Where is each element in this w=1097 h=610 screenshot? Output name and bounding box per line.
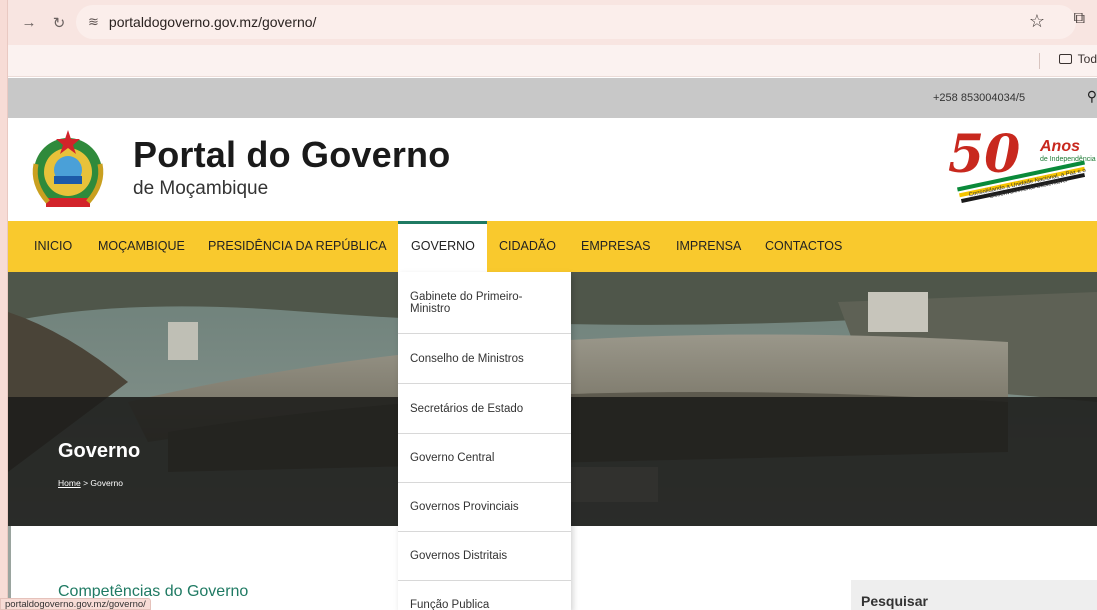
breadcrumb-current: Governo xyxy=(90,478,124,488)
nav-item-cidadao[interactable]: CIDADÃO xyxy=(499,221,556,272)
breadcrumb-home-link[interactable]: Home xyxy=(58,478,81,488)
screen: → ↻ ≋ portaldogoverno.gov.mz/governo/ ☆ … xyxy=(0,0,1097,610)
link-status-bar: portaldogoverno.gov.mz/governo/ xyxy=(0,598,151,610)
search-icon[interactable]: ⚲ xyxy=(1087,88,1097,105)
dropdown-item-conselho[interactable]: Conselho de Ministros xyxy=(398,334,571,384)
browser-toolbar: → ↻ ≋ portaldogoverno.gov.mz/governo/ ☆ … xyxy=(8,0,1097,45)
breadcrumb: Home > Governo xyxy=(58,478,123,488)
address-bar[interactable]: ≋ portaldogoverno.gov.mz/governo/ xyxy=(76,5,1076,39)
dropdown-item-governo-central[interactable]: Governo Central xyxy=(398,434,571,483)
bookmarks-separator xyxy=(1039,53,1040,69)
governo-dropdown-menu: Gabinete do Primeiro-Ministro Conselho d… xyxy=(398,272,571,610)
dropdown-item-gabinete[interactable]: Gabinete do Primeiro-Ministro xyxy=(398,272,571,334)
anniversary-independencia: de Independência xyxy=(1040,156,1096,163)
nav-item-mocambique[interactable]: MOÇAMBIQUE xyxy=(98,221,185,272)
bookmark-folder-label: Tod xyxy=(1077,52,1097,66)
window-edge xyxy=(0,0,8,610)
coat-of-arms-emblem[interactable] xyxy=(22,124,114,216)
anniversary-logo: 50 Anos de Independência Consolidando a … xyxy=(946,124,1096,210)
nav-item-contactos[interactable]: CONTACTOS xyxy=(765,221,842,272)
site-topbar: +258 853004034/5 ⚲ xyxy=(8,78,1097,118)
page-title: Governo xyxy=(58,440,141,462)
site-header: Portal do Governo de Moçambique 50 Anos … xyxy=(8,118,1097,221)
dropdown-item-governos-provinciais[interactable]: Governos Provinciais xyxy=(398,483,571,532)
nav-item-governo[interactable]: GOVERNO xyxy=(398,221,487,272)
breadcrumb-separator: > xyxy=(83,478,89,488)
dropdown-item-secretarios[interactable]: Secretários de Estado xyxy=(398,384,571,434)
main-nav: INICIO MOÇAMBIQUE PRESIDÊNCIA DA REPÚBLI… xyxy=(8,221,1097,272)
sidebar-search-title: Pesquisar xyxy=(861,593,928,609)
nav-item-presidencia[interactable]: PRESIDÊNCIA DA REPÚBLICA xyxy=(208,221,387,272)
extensions-icon[interactable]: ⧉ xyxy=(1074,10,1085,28)
folder-icon xyxy=(1058,54,1072,64)
site-subtitle: de Moçambique xyxy=(133,178,269,199)
sidebar-search-widget: Pesquisar xyxy=(851,580,1097,610)
nav-item-inicio[interactable]: INICIO xyxy=(34,221,72,272)
bookmarks-bar: Tod xyxy=(8,45,1097,77)
site-title[interactable]: Portal do Governo xyxy=(133,134,450,176)
dropdown-item-governos-distritais[interactable]: Governos Distritais xyxy=(398,532,571,581)
bookmark-folder[interactable]: Tod xyxy=(1058,52,1097,66)
anniversary-number: 50 xyxy=(948,124,1021,185)
phone-number: +258 853004034/5 xyxy=(933,92,1026,104)
nav-item-imprensa[interactable]: IMPRENSA xyxy=(676,221,741,272)
dropdown-item-funcao-publica[interactable]: Função Publica xyxy=(398,581,571,610)
reload-icon[interactable]: ↻ xyxy=(46,10,72,36)
nav-item-empresas[interactable]: EMPRESAS xyxy=(581,221,650,272)
anniversary-anos: Anos xyxy=(1040,138,1080,155)
url-text: portaldogoverno.gov.mz/governo/ xyxy=(108,14,317,30)
forward-arrow-icon[interactable]: → xyxy=(16,10,42,36)
bookmark-star-icon[interactable]: ☆ xyxy=(1029,11,1045,32)
site-settings-icon[interactable]: ≋ xyxy=(88,14,99,30)
